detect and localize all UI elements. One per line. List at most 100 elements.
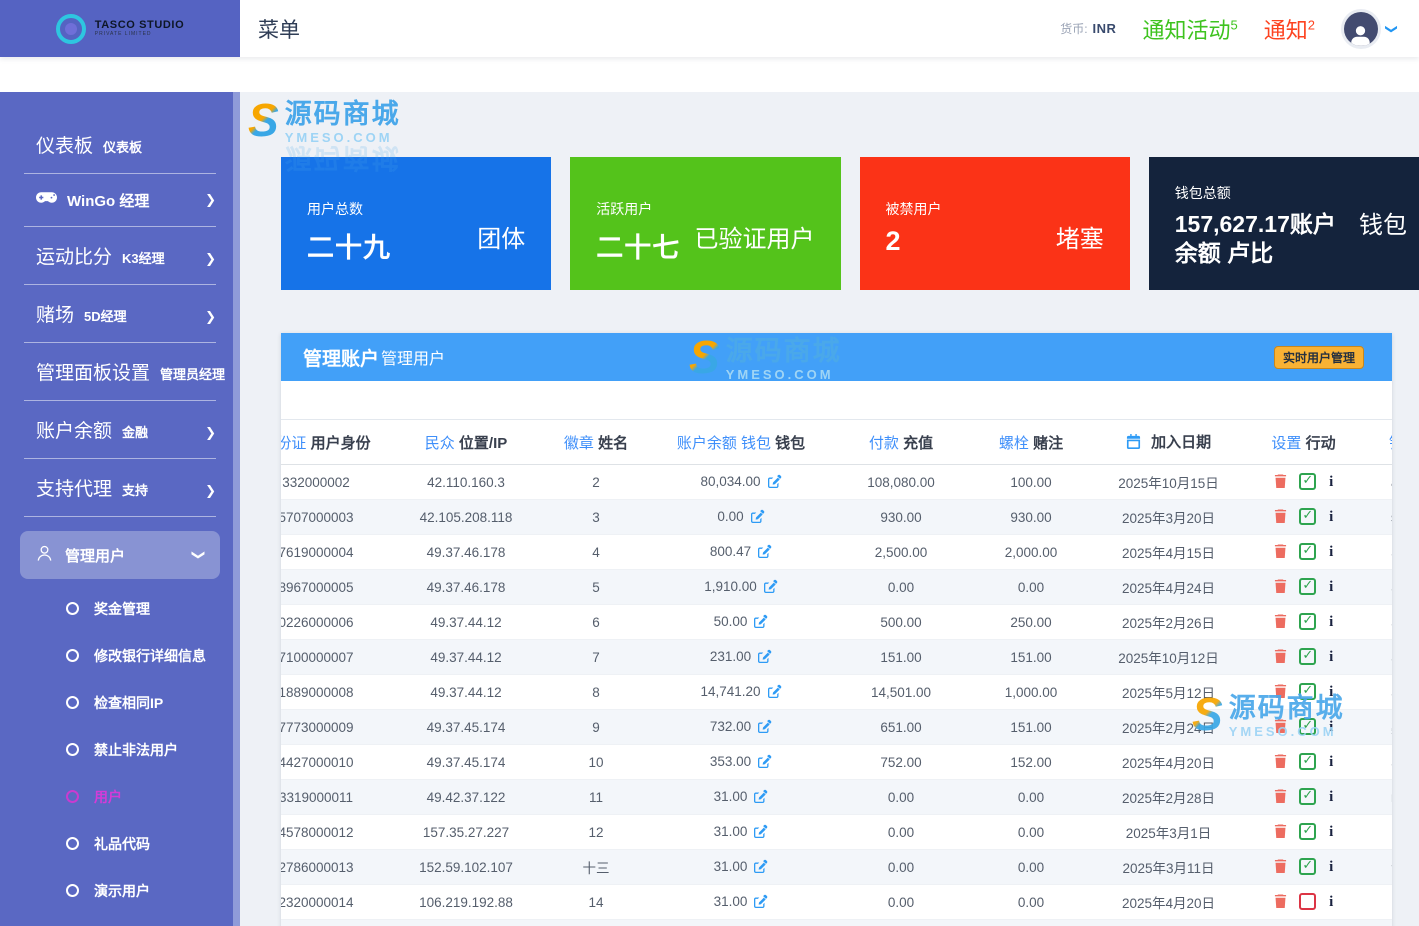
delete-icon[interactable] xyxy=(1274,789,1287,804)
column-header[interactable]: 账户余额 钱包 钱包 xyxy=(651,420,831,465)
status-checkbox[interactable] xyxy=(1299,858,1316,875)
sidebar-item[interactable]: 仪表板 仪表板 xyxy=(24,116,216,174)
column-header[interactable]: 徽章 姓名 xyxy=(541,420,651,465)
info-icon[interactable]: i xyxy=(1329,859,1333,875)
edit-balance-icon[interactable] xyxy=(758,544,772,561)
edit-balance-icon[interactable] xyxy=(768,684,782,701)
info-icon[interactable]: i xyxy=(1329,649,1333,665)
edit-balance-icon[interactable] xyxy=(758,649,772,666)
sidebar-item[interactable]: WinGo 经理 ❯ xyxy=(24,174,216,227)
edit-balance-icon[interactable] xyxy=(768,474,782,491)
chevron-down-icon[interactable]: ❯ xyxy=(1385,23,1399,33)
cell-join-date: 2025年4月20日 xyxy=(1091,745,1246,780)
edit-balance-icon[interactable] xyxy=(764,579,778,596)
column-header[interactable]: 加入日期 xyxy=(1091,420,1246,465)
sidebar-item[interactable]: 支持代理 支持 ❯ xyxy=(24,459,216,517)
sidebar-subitem[interactable]: 用户 xyxy=(0,773,240,820)
table-row: 7100000007 49.37.44.12 7 231.00 151.00 1… xyxy=(281,640,1392,675)
column-header[interactable]: 民众 位置/IP xyxy=(391,420,541,465)
cell-bet: 152.00 xyxy=(971,745,1091,780)
delete-icon[interactable] xyxy=(1274,894,1287,909)
sidebar-subitem[interactable]: 礼品代码 xyxy=(0,820,240,867)
delete-icon[interactable] xyxy=(1274,544,1287,559)
status-checkbox[interactable] xyxy=(1299,683,1316,700)
sidebar-item[interactable]: 赌场 5D经理 ❯ xyxy=(24,285,216,343)
delete-icon[interactable] xyxy=(1274,474,1287,489)
column-sort-link[interactable]: 付款 xyxy=(869,435,899,452)
avatar[interactable] xyxy=(1341,9,1381,49)
notice-link[interactable]: 通知2 xyxy=(1264,13,1315,45)
info-icon[interactable]: i xyxy=(1329,789,1333,805)
info-icon[interactable]: i xyxy=(1329,719,1333,735)
sidebar-item[interactable]: 管理面板设置 管理员经理 ❯ xyxy=(24,343,216,401)
edit-balance-icon[interactable] xyxy=(754,789,768,806)
info-icon[interactable]: i xyxy=(1329,754,1333,770)
watermark-logo: S xyxy=(689,337,720,378)
avatar-person-icon xyxy=(1344,12,1378,46)
sidebar-item[interactable]: 运动比分 K3经理 ❯ xyxy=(24,227,216,285)
column-header[interactable]: 付款 充值 xyxy=(831,420,971,465)
column-header[interactable]: 身份证 用户身份 xyxy=(281,420,391,465)
sidebar-subitem[interactable]: 奖金管理 xyxy=(0,585,240,632)
status-checkbox[interactable] xyxy=(1299,823,1316,840)
edit-balance-icon[interactable] xyxy=(751,509,765,526)
sidebar-subitem[interactable]: 演示用户 xyxy=(0,867,240,914)
status-checkbox[interactable] xyxy=(1299,753,1316,770)
column-sort-link[interactable]: 徽章 xyxy=(564,435,594,452)
delete-icon[interactable] xyxy=(1274,719,1287,734)
info-icon[interactable]: i xyxy=(1329,684,1333,700)
column-header[interactable]: 设置 行动 xyxy=(1246,420,1361,465)
status-checkbox[interactable] xyxy=(1299,543,1316,560)
status-checkbox[interactable] xyxy=(1299,788,1316,805)
column-header[interactable]: 螺栓 赌注 xyxy=(971,420,1091,465)
edit-balance-icon[interactable] xyxy=(754,614,768,631)
edit-balance-icon[interactable] xyxy=(754,824,768,841)
cell-name xyxy=(541,920,651,926)
delete-icon[interactable] xyxy=(1274,859,1287,874)
sidebar-item[interactable]: 账户余额 金融 ❯ xyxy=(24,401,216,459)
column-sort-link[interactable]: 设置 xyxy=(1271,435,1301,452)
column-sort-link[interactable]: 螺栓 xyxy=(999,435,1029,452)
delete-icon[interactable] xyxy=(1274,614,1287,629)
column-header[interactable]: 锁 堵塞 xyxy=(1361,420,1392,465)
info-icon[interactable]: i xyxy=(1329,544,1333,560)
sidebar-subitem[interactable]: 检查相同IP xyxy=(0,679,240,726)
info-icon[interactable]: i xyxy=(1329,894,1333,910)
stat-card-tag: 团体 xyxy=(477,219,525,254)
column-sort-link[interactable]: 锁 xyxy=(1389,435,1392,452)
user-menu[interactable]: ❯ xyxy=(1341,9,1397,49)
info-icon[interactable]: i xyxy=(1329,614,1333,630)
delete-icon[interactable] xyxy=(1274,579,1287,594)
delete-icon[interactable] xyxy=(1274,754,1287,769)
sidebar-item-settings[interactable]: 设置 环境 ❯ xyxy=(24,918,216,926)
stat-card: 钱包总额 157,627.17账户余额 卢比 钱包 xyxy=(1149,157,1419,290)
cell-bet: 0.00 xyxy=(971,815,1091,850)
info-icon[interactable]: i xyxy=(1329,579,1333,595)
status-checkbox[interactable] xyxy=(1299,718,1316,735)
edit-balance-icon[interactable] xyxy=(758,719,772,736)
delete-icon[interactable] xyxy=(1274,649,1287,664)
sidebar-subitem[interactable]: 修改银行详细信息 xyxy=(0,632,240,679)
column-sort-link[interactable]: 账户余额 钱包 xyxy=(677,435,771,452)
status-checkbox[interactable] xyxy=(1299,893,1316,910)
edit-balance-icon[interactable] xyxy=(758,754,772,771)
status-checkbox[interactable] xyxy=(1299,473,1316,490)
column-sort-link[interactable]: 身份证 xyxy=(281,435,306,452)
sidebar-group-manage-users[interactable]: 管理用户 ❯ xyxy=(20,531,220,579)
delete-icon[interactable] xyxy=(1274,684,1287,699)
info-icon[interactable]: i xyxy=(1329,509,1333,525)
info-icon[interactable]: i xyxy=(1329,474,1333,490)
sidebar-subitem[interactable]: 禁止非法用户 xyxy=(0,726,240,773)
status-checkbox[interactable] xyxy=(1299,508,1316,525)
status-checkbox[interactable] xyxy=(1299,578,1316,595)
status-checkbox[interactable] xyxy=(1299,613,1316,630)
edit-balance-icon[interactable] xyxy=(754,859,768,876)
delete-icon[interactable] xyxy=(1274,509,1287,524)
info-icon[interactable]: i xyxy=(1329,824,1333,840)
activity-notice-link[interactable]: 通知活动5 xyxy=(1142,13,1237,45)
cell-balance: 800.47 xyxy=(651,535,831,570)
delete-icon[interactable] xyxy=(1274,824,1287,839)
status-checkbox[interactable] xyxy=(1299,648,1316,665)
edit-balance-icon[interactable] xyxy=(754,894,768,911)
column-sort-link[interactable]: 民众 xyxy=(425,435,455,452)
